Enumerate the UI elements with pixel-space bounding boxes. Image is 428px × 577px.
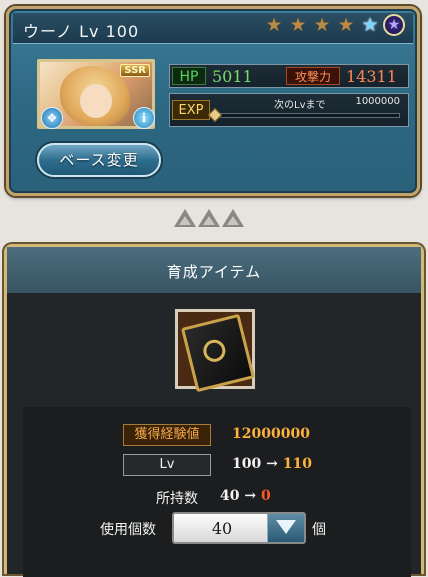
exp-box: EXP 次のLvまで 1000000: [169, 93, 409, 127]
owned-label: 所持数: [156, 491, 198, 507]
book-emblem-icon: [201, 337, 228, 365]
use-count-label: 使用個数: [100, 522, 156, 538]
exp-next-label: 次のLvまで: [274, 100, 326, 111]
lv-change: 100 → 110: [232, 456, 312, 472]
rarity-stars: ★ ★ ★ ★ ★ ★: [263, 14, 405, 36]
water-element-icon: ❖: [41, 107, 63, 129]
item-stats-area: [23, 407, 411, 577]
star-icon: ★: [265, 14, 283, 36]
star-icon: ★: [337, 14, 355, 36]
atk-value: 14311: [346, 67, 397, 86]
hp-label: HP: [172, 67, 206, 85]
base-change-button[interactable]: ベース変更: [37, 143, 161, 177]
gained-exp-value: 12000000: [232, 426, 310, 442]
owned-arrow: →: [244, 488, 257, 504]
level-up-arrows: [174, 209, 244, 227]
lv-label: Lv: [123, 454, 211, 476]
lv-to: 110: [282, 456, 312, 472]
info-icon[interactable]: i: [133, 107, 155, 129]
character-level: Lv 100: [79, 22, 140, 41]
use-count-select[interactable]: 40: [172, 512, 306, 544]
gained-exp-label: 獲得経験値: [123, 424, 211, 446]
atk-label: 攻撃力: [286, 67, 340, 85]
transcendence-star-icon[interactable]: ★: [383, 14, 405, 36]
panel-title: 育成アイテム: [166, 263, 262, 281]
portrait-face: [80, 84, 112, 118]
lv-arrow: →: [266, 456, 278, 472]
hp-value: 5011: [212, 67, 253, 86]
rarity-badge: SSR: [120, 64, 150, 77]
character-name-level: ウーノ Lv 100: [23, 18, 139, 42]
exp-next-value: 1000000: [355, 96, 400, 107]
dropdown-chevron-icon[interactable]: [267, 514, 304, 542]
enhancement-item-slot[interactable]: [175, 309, 256, 393]
up-arrow-icon: [198, 209, 220, 227]
exp-progress-bar: [214, 113, 400, 118]
lv-from: 100: [232, 456, 262, 472]
owned-change: 40 → 0: [220, 488, 271, 504]
star-icon: ★: [289, 14, 307, 36]
up-arrow-icon: [222, 209, 244, 227]
exp-label: EXP: [172, 100, 210, 120]
character-card: ウーノ Lv 100 ★ ★ ★ ★ ★ ★ SSR ❖ i ベース変更 HP …: [6, 6, 420, 196]
character-name: ウーノ: [23, 22, 74, 41]
owned-to: 0: [260, 488, 271, 504]
panel-header: 育成アイテム: [7, 247, 421, 293]
exp-book-icon: [180, 313, 256, 393]
up-arrow-icon: [174, 209, 196, 227]
owned-from: 40: [220, 488, 240, 504]
star-blue-icon: ★: [361, 14, 379, 36]
use-count-value: 40: [211, 519, 233, 538]
star-icon: ★: [313, 14, 331, 36]
stats-box: HP 5011 攻撃力 14311: [169, 64, 409, 88]
use-count-unit: 個: [312, 522, 326, 538]
exp-knob-icon: [207, 107, 223, 123]
